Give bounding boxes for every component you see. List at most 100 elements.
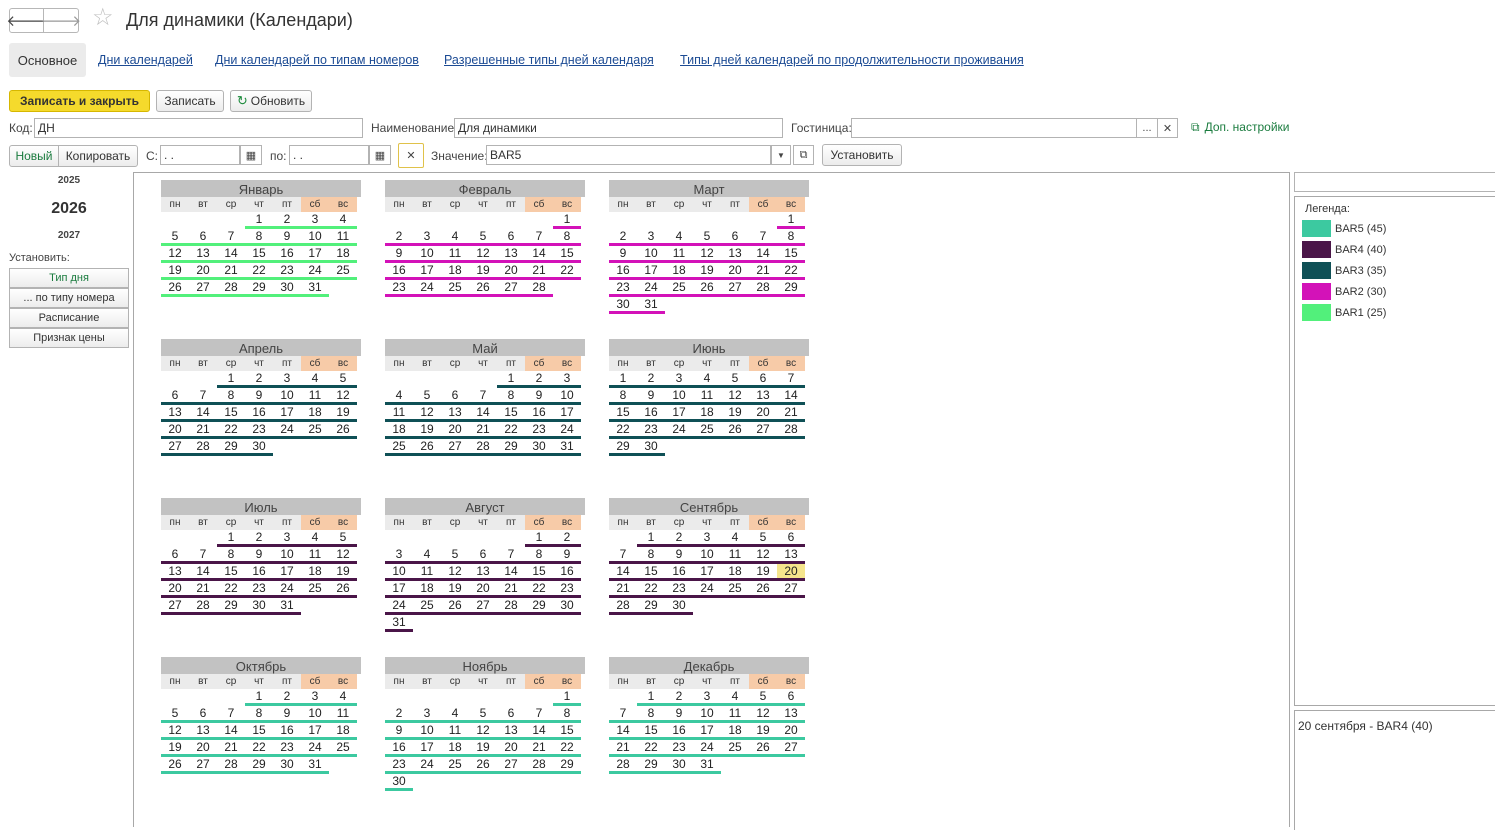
day-cell[interactable]: 22 [553, 263, 581, 280]
day-cell[interactable]: 9 [609, 246, 637, 263]
day-cell[interactable]: 2 [385, 706, 413, 723]
day-cell[interactable]: 31 [273, 598, 301, 615]
day-cell[interactable]: 25 [301, 422, 329, 439]
day-cell[interactable]: 17 [553, 405, 581, 422]
day-cell[interactable]: 8 [777, 229, 805, 246]
day-cell[interactable]: 19 [329, 405, 357, 422]
day-cell[interactable]: 23 [665, 740, 693, 757]
day-cell[interactable]: 14 [525, 246, 553, 263]
day-cell[interactable]: 14 [217, 723, 245, 740]
day-cell[interactable]: 19 [329, 564, 357, 581]
set-by-room-type-button[interactable]: ... по типу номера [9, 288, 129, 308]
day-cell[interactable]: 13 [777, 547, 805, 564]
day-cell[interactable]: 5 [469, 229, 497, 246]
day-cell[interactable]: 10 [637, 246, 665, 263]
day-cell[interactable]: 15 [217, 405, 245, 422]
day-cell[interactable]: 6 [497, 706, 525, 723]
day-cell[interactable]: 30 [525, 439, 553, 456]
tab-main[interactable]: Основное [9, 43, 86, 77]
day-cell[interactable]: 1 [497, 371, 525, 388]
day-cell[interactable]: 26 [413, 439, 441, 456]
day-cell[interactable]: 18 [441, 263, 469, 280]
day-cell[interactable]: 9 [385, 723, 413, 740]
day-cell[interactable]: 22 [553, 740, 581, 757]
day-cell[interactable]: 4 [329, 689, 357, 706]
day-cell[interactable]: 2 [385, 229, 413, 246]
favorite-star-icon[interactable]: ☆ [92, 6, 114, 30]
day-cell[interactable]: 18 [329, 246, 357, 263]
day-cell[interactable]: 13 [161, 405, 189, 422]
day-cell[interactable]: 18 [413, 581, 441, 598]
day-cell[interactable]: 7 [497, 547, 525, 564]
day-cell[interactable]: 24 [693, 581, 721, 598]
day-cell[interactable]: 24 [413, 757, 441, 774]
day-cell[interactable]: 8 [245, 229, 273, 246]
day-cell[interactable]: 6 [161, 547, 189, 564]
day-cell[interactable]: 15 [777, 246, 805, 263]
day-cell[interactable]: 8 [609, 388, 637, 405]
day-cell[interactable]: 16 [273, 246, 301, 263]
name-field[interactable]: Для динамики [454, 118, 783, 138]
day-cell[interactable]: 30 [609, 297, 637, 314]
day-cell[interactable]: 3 [273, 530, 301, 547]
day-cell[interactable]: 26 [721, 422, 749, 439]
day-cell[interactable]: 22 [217, 581, 245, 598]
day-cell[interactable]: 29 [217, 598, 245, 615]
day-cell[interactable]: 25 [329, 740, 357, 757]
day-cell[interactable]: 10 [273, 547, 301, 564]
day-cell[interactable]: 10 [665, 388, 693, 405]
day-cell[interactable]: 7 [189, 388, 217, 405]
day-cell[interactable]: 27 [777, 581, 805, 598]
day-cell[interactable]: 14 [469, 405, 497, 422]
day-cell[interactable]: 20 [777, 723, 805, 740]
day-cell[interactable]: 21 [469, 422, 497, 439]
day-cell[interactable]: 25 [385, 439, 413, 456]
day-cell[interactable]: 4 [721, 530, 749, 547]
hotel-select-button[interactable]: ... [1136, 118, 1158, 138]
day-cell[interactable]: 27 [497, 280, 525, 297]
day-cell[interactable]: 12 [749, 706, 777, 723]
day-cell[interactable]: 4 [665, 229, 693, 246]
day-cell[interactable]: 21 [609, 581, 637, 598]
day-cell[interactable]: 25 [301, 581, 329, 598]
day-cell[interactable]: 14 [497, 564, 525, 581]
day-cell[interactable]: 3 [301, 689, 329, 706]
day-cell[interactable]: 20 [469, 581, 497, 598]
day-cell[interactable]: 11 [385, 405, 413, 422]
day-cell[interactable]: 8 [637, 547, 665, 564]
day-cell[interactable]: 3 [385, 547, 413, 564]
day-cell[interactable]: 2 [245, 530, 273, 547]
day-cell[interactable]: 18 [665, 263, 693, 280]
day-cell[interactable]: 2 [553, 530, 581, 547]
day-cell[interactable]: 5 [329, 530, 357, 547]
day-cell[interactable]: 30 [665, 757, 693, 774]
calendar-icon[interactable]: ▦ [240, 145, 262, 165]
day-cell[interactable]: 24 [273, 422, 301, 439]
day-cell[interactable]: 8 [553, 706, 581, 723]
day-cell[interactable]: 4 [301, 371, 329, 388]
day-cell[interactable]: 29 [245, 280, 273, 297]
day-cell[interactable]: 11 [441, 246, 469, 263]
day-cell[interactable]: 31 [553, 439, 581, 456]
day-cell[interactable]: 11 [301, 547, 329, 564]
day-cell[interactable]: 26 [329, 581, 357, 598]
day-cell[interactable]: 24 [273, 581, 301, 598]
day-cell[interactable]: 27 [161, 598, 189, 615]
day-cell[interactable]: 8 [245, 706, 273, 723]
day-cell[interactable]: 31 [301, 280, 329, 297]
day-cell[interactable]: 3 [413, 229, 441, 246]
day-cell[interactable]: 27 [189, 280, 217, 297]
day-cell[interactable]: 18 [441, 740, 469, 757]
back-button[interactable]: 🡐 [6, 8, 47, 33]
day-cell[interactable]: 12 [721, 388, 749, 405]
day-cell[interactable]: 4 [441, 706, 469, 723]
day-cell[interactable]: 11 [693, 388, 721, 405]
calendar-icon[interactable]: ▦ [369, 145, 391, 165]
day-cell[interactable]: 26 [469, 757, 497, 774]
day-cell[interactable]: 8 [217, 547, 245, 564]
day-cell[interactable]: 2 [525, 371, 553, 388]
day-cell[interactable]: 17 [413, 740, 441, 757]
day-cell[interactable]: 21 [609, 740, 637, 757]
day-cell[interactable]: 27 [161, 439, 189, 456]
day-cell[interactable]: 15 [497, 405, 525, 422]
